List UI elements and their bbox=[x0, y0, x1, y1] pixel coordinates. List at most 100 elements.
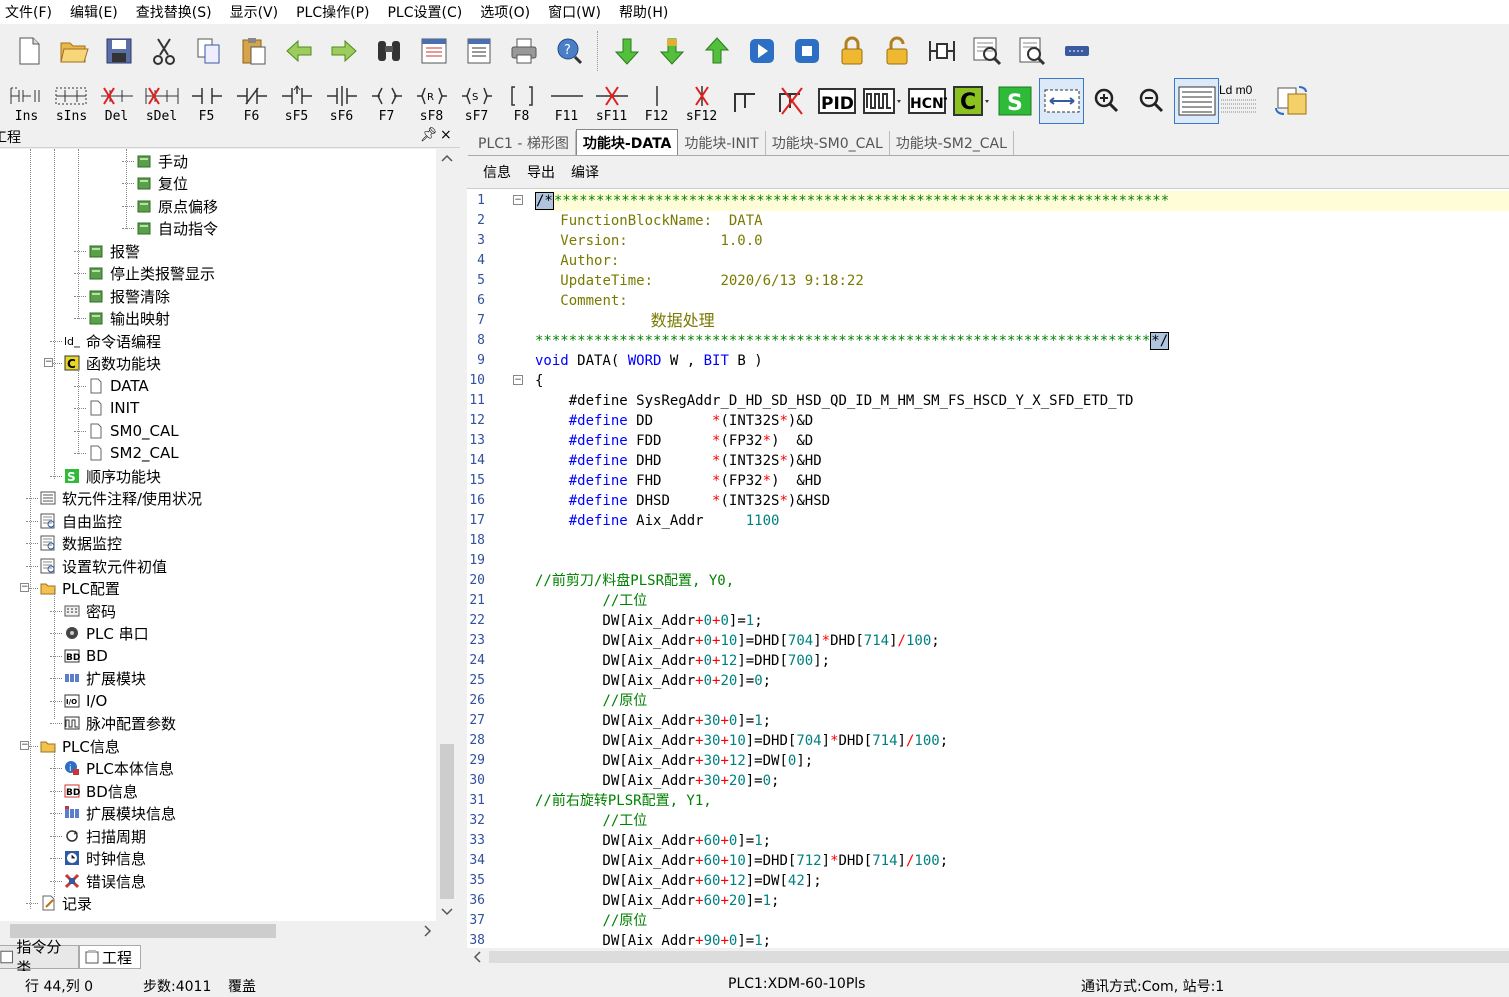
tree-collapse-toggle[interactable]: − bbox=[20, 741, 29, 750]
tree-collapse-toggle[interactable]: − bbox=[44, 358, 53, 367]
c-function-button[interactable]: C bbox=[949, 78, 994, 124]
comment-button[interactable] bbox=[456, 29, 501, 73]
tree-item[interactable]: 错误信息 bbox=[64, 870, 146, 892]
scroll-up-icon[interactable] bbox=[437, 149, 457, 169]
tree-item[interactable]: 手动 bbox=[136, 150, 188, 172]
menu-options[interactable]: 选项(O) bbox=[475, 2, 543, 22]
tree-item[interactable]: INIT bbox=[88, 397, 139, 419]
tree-item[interactable]: BD BD信息 bbox=[64, 780, 138, 802]
run-button[interactable] bbox=[739, 29, 784, 73]
tree-item[interactable]: PLC配置 bbox=[40, 577, 120, 599]
zoom-out-button[interactable] bbox=[1129, 78, 1174, 124]
tree-item[interactable]: 自动指令 bbox=[136, 217, 218, 239]
forward-button[interactable] bbox=[321, 29, 366, 73]
tree-item[interactable]: BD BD bbox=[64, 645, 108, 667]
tree-item[interactable]: i PLC本体信息 bbox=[64, 757, 174, 779]
stop-button[interactable] bbox=[784, 29, 829, 73]
zoom-in-button[interactable] bbox=[1084, 78, 1129, 124]
preview-button[interactable] bbox=[1009, 29, 1054, 73]
tree-item[interactable]: 报警清除 bbox=[88, 285, 170, 307]
tree-item[interactable]: ld 命令语编程 bbox=[64, 330, 161, 352]
ladder-parallel-nc-button[interactable]: sF6 bbox=[319, 78, 364, 124]
ladder-instruction-button[interactable]: F8 bbox=[499, 78, 544, 124]
tree-item[interactable]: PLC信息 bbox=[40, 735, 120, 757]
fold-toggle-icon[interactable]: − bbox=[513, 195, 523, 205]
ladder-nc-contact-button[interactable]: F6 bbox=[229, 78, 274, 124]
tab-fb-data[interactable]: 功能块-DATA bbox=[575, 129, 679, 155]
tree-item[interactable]: SM2_CAL bbox=[88, 442, 179, 464]
tree-item[interactable]: 数据监控 bbox=[40, 532, 122, 554]
scroll-left-icon[interactable] bbox=[469, 948, 487, 966]
editor-horizontal-scrollbar[interactable] bbox=[467, 948, 1509, 966]
swap-button[interactable] bbox=[1269, 78, 1314, 124]
s-function-button[interactable]: S bbox=[994, 78, 1039, 124]
tab-fb-sm2-cal[interactable]: 功能块-SM2_CAL bbox=[890, 131, 1014, 155]
unlock-button[interactable] bbox=[874, 29, 919, 73]
hcnt-button[interactable]: HCNT bbox=[904, 78, 949, 124]
download-button[interactable] bbox=[604, 29, 649, 73]
print-button[interactable] bbox=[501, 29, 546, 73]
export-button[interactable]: 导出 bbox=[527, 162, 555, 182]
tab-fb-init[interactable]: 功能块-INIT bbox=[678, 131, 766, 155]
upload-button[interactable] bbox=[694, 29, 739, 73]
tree-item[interactable]: 脉冲配置参数 bbox=[64, 712, 176, 734]
menu-window[interactable]: 窗口(W) bbox=[543, 2, 614, 22]
ld-m0-button[interactable]: Ld m0 bbox=[1219, 79, 1269, 123]
lock-button[interactable] bbox=[829, 29, 874, 73]
copy-button[interactable] bbox=[186, 29, 231, 73]
open-file-button[interactable] bbox=[51, 29, 96, 73]
ladder-block-button[interactable] bbox=[919, 29, 964, 73]
back-button[interactable] bbox=[276, 29, 321, 73]
upload-lock-button[interactable] bbox=[649, 29, 694, 73]
tree-vertical-scroll-thumb[interactable] bbox=[440, 744, 454, 899]
tree-item[interactable]: 自由监控 bbox=[40, 510, 122, 532]
tree-item[interactable]: 软元件注释/使用状况 bbox=[40, 487, 202, 509]
pulse-button[interactable] bbox=[859, 78, 904, 124]
find-button[interactable] bbox=[366, 29, 411, 73]
help-button[interactable]: ? bbox=[546, 29, 591, 73]
ladder-step-button[interactable] bbox=[724, 78, 769, 124]
menu-view[interactable]: 显示(V) bbox=[225, 2, 292, 22]
tree-item[interactable]: 记录 bbox=[40, 892, 92, 914]
menu-plc-operation[interactable]: PLC操作(P) bbox=[291, 2, 382, 22]
ladder-no-contact-button[interactable]: F5 bbox=[184, 78, 229, 124]
ladder-coil-button[interactable]: F7 bbox=[364, 78, 409, 124]
ladder-del-button[interactable]: Del bbox=[94, 78, 139, 124]
ladder-vline-button[interactable]: F12 bbox=[634, 78, 679, 124]
fold-toggle-icon[interactable]: − bbox=[513, 375, 523, 385]
tree-item[interactable]: SM0_CAL bbox=[88, 420, 179, 442]
tree-item[interactable]: PLC 串口 bbox=[64, 622, 149, 644]
compile-button[interactable]: 编译 bbox=[571, 162, 599, 182]
ladder-ins-button[interactable]: Ins bbox=[4, 78, 49, 124]
editor-horizontal-scroll-thumb[interactable] bbox=[489, 951, 1509, 963]
ladder-sdel-button[interactable]: sDel bbox=[139, 78, 184, 124]
tab-instruction-category[interactable]: 指令分类 bbox=[0, 938, 79, 977]
ladder-parallel-no-button[interactable]: sF5 bbox=[274, 78, 319, 124]
code-editor[interactable]: 1 2 3 4 5 6 7 8 9 10 11 12 13 14 15 16 17 18 19 20 21 22 23 24 2… bbox=[467, 188, 1509, 948]
info-button[interactable]: 信息 bbox=[483, 162, 511, 182]
menu-help[interactable]: 帮助(H) bbox=[614, 2, 681, 22]
monitor-button[interactable] bbox=[964, 29, 1009, 73]
tree-item[interactable]: 扩展模块 bbox=[64, 667, 146, 689]
paste-button[interactable] bbox=[231, 29, 276, 73]
tree-item[interactable]: 原点偏移 bbox=[136, 195, 218, 217]
new-file-button[interactable] bbox=[6, 29, 51, 73]
tree-item[interactable]: 扩展模块信息 bbox=[64, 802, 176, 824]
comm-config-button[interactable] bbox=[1054, 29, 1099, 73]
save-button[interactable] bbox=[96, 29, 141, 73]
tree-item[interactable]: 扫描周期 bbox=[64, 825, 146, 847]
menu-plc-settings[interactable]: PLC设置(C) bbox=[382, 2, 475, 22]
tree-item[interactable]: 输出映射 bbox=[88, 307, 170, 329]
menu-find-replace[interactable]: 查找替换(S) bbox=[131, 2, 225, 22]
tree-item[interactable]: 停止类报警显示 bbox=[88, 262, 215, 284]
tree-item[interactable]: 复位 bbox=[136, 172, 188, 194]
menu-edit[interactable]: 编辑(E) bbox=[65, 2, 131, 22]
tree-vertical-scrollbar[interactable] bbox=[437, 149, 457, 921]
scroll-down-icon[interactable] bbox=[437, 901, 457, 921]
tab-fb-sm0-cal[interactable]: 功能块-SM0_CAL bbox=[766, 131, 890, 155]
tree-item[interactable]: I/O I/O bbox=[64, 690, 107, 712]
tree-collapse-toggle[interactable]: − bbox=[20, 583, 29, 592]
ladder-ruler-button[interactable] bbox=[1174, 78, 1219, 124]
ladder-del-vline-button[interactable]: sF12 bbox=[679, 78, 724, 124]
tree-item[interactable]: 报警 bbox=[88, 240, 140, 262]
